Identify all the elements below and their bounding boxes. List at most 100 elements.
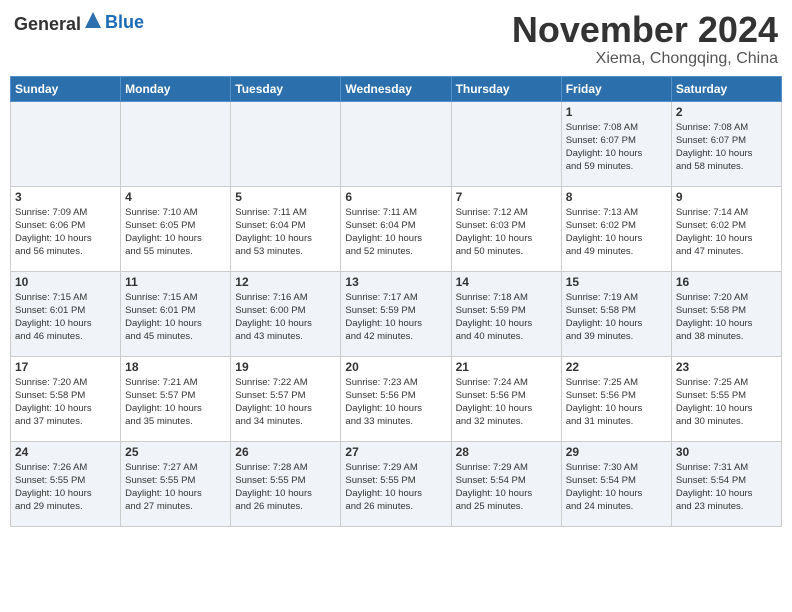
calendar-week-row: 17 Sunrise: 7:20 AMSunset: 5:58 PMDayligh…	[11, 356, 782, 441]
day-number: 12	[235, 275, 336, 289]
day-info: Sunrise: 7:28 AMSunset: 5:55 PMDaylight:…	[235, 461, 336, 514]
day-info: Sunrise: 7:26 AMSunset: 5:55 PMDaylight:…	[15, 461, 116, 514]
day-number: 16	[676, 275, 777, 289]
weekday-header: Tuesday	[231, 76, 341, 101]
calendar-week-row: 24 Sunrise: 7:26 AMSunset: 5:55 PMDayligh…	[11, 441, 782, 526]
day-number: 25	[125, 445, 226, 459]
day-number: 17	[15, 360, 116, 374]
calendar-day-cell: 1 Sunrise: 7:08 AMSunset: 6:07 PMDaylight…	[561, 101, 671, 186]
day-number: 27	[345, 445, 446, 459]
day-info: Sunrise: 7:11 AMSunset: 6:04 PMDaylight:…	[345, 206, 446, 259]
day-info: Sunrise: 7:20 AMSunset: 5:58 PMDaylight:…	[676, 291, 777, 344]
calendar-day-cell: 25 Sunrise: 7:27 AMSunset: 5:55 PMDayligh…	[121, 441, 231, 526]
logo-blue: Blue	[105, 12, 144, 32]
calendar-day-cell: 26 Sunrise: 7:28 AMSunset: 5:55 PMDayligh…	[231, 441, 341, 526]
day-number: 10	[15, 275, 116, 289]
day-number: 5	[235, 190, 336, 204]
day-number: 13	[345, 275, 446, 289]
day-info: Sunrise: 7:25 AMSunset: 5:55 PMDaylight:…	[676, 376, 777, 429]
calendar-week-row: 10 Sunrise: 7:15 AMSunset: 6:01 PMDayligh…	[11, 271, 782, 356]
calendar-day-cell: 3 Sunrise: 7:09 AMSunset: 6:06 PMDaylight…	[11, 186, 121, 271]
day-info: Sunrise: 7:15 AMSunset: 6:01 PMDaylight:…	[125, 291, 226, 344]
calendar-day-cell: 17 Sunrise: 7:20 AMSunset: 5:58 PMDayligh…	[11, 356, 121, 441]
day-info: Sunrise: 7:17 AMSunset: 5:59 PMDaylight:…	[345, 291, 446, 344]
calendar-day-cell	[11, 101, 121, 186]
day-number: 26	[235, 445, 336, 459]
calendar-day-cell	[121, 101, 231, 186]
day-info: Sunrise: 7:18 AMSunset: 5:59 PMDaylight:…	[456, 291, 557, 344]
calendar-day-cell: 10 Sunrise: 7:15 AMSunset: 6:01 PMDayligh…	[11, 271, 121, 356]
location-title: Xiema, Chongqing, China	[512, 50, 778, 68]
calendar-day-cell: 14 Sunrise: 7:18 AMSunset: 5:59 PMDayligh…	[451, 271, 561, 356]
calendar-day-cell: 8 Sunrise: 7:13 AMSunset: 6:02 PMDaylight…	[561, 186, 671, 271]
calendar-day-cell: 27 Sunrise: 7:29 AMSunset: 5:55 PMDayligh…	[341, 441, 451, 526]
calendar-day-cell: 15Sunrise: 7:19 AMSunset: 5:58 PMDayligh…	[561, 271, 671, 356]
day-info: Sunrise: 7:14 AMSunset: 6:02 PMDaylight:…	[676, 206, 777, 259]
day-number: 3	[15, 190, 116, 204]
day-info: Sunrise: 7:11 AMSunset: 6:04 PMDaylight:…	[235, 206, 336, 259]
calendar-day-cell: 30 Sunrise: 7:31 AMSunset: 5:54 PMDayligh…	[671, 441, 781, 526]
day-info: Sunrise: 7:30 AMSunset: 5:54 PMDaylight:…	[566, 461, 667, 514]
day-number: 23	[676, 360, 777, 374]
title-block: November 2024 Xiema, Chongqing, China	[512, 10, 778, 68]
day-number: 14	[456, 275, 557, 289]
calendar-header-row: SundayMondayTuesdayWednesdayThursdayFrid…	[11, 76, 782, 101]
weekday-header: Monday	[121, 76, 231, 101]
day-info: Sunrise: 7:21 AMSunset: 5:57 PMDaylight:…	[125, 376, 226, 429]
calendar-day-cell: 22 Sunrise: 7:25 AMSunset: 5:56 PMDayligh…	[561, 356, 671, 441]
day-number: 18	[125, 360, 226, 374]
day-number: 1	[566, 105, 667, 119]
logo-general: General	[14, 14, 81, 34]
day-info: Sunrise: 7:29 AMSunset: 5:54 PMDaylight:…	[456, 461, 557, 514]
logo-icon	[83, 10, 103, 30]
day-info: Sunrise: 7:16 AMSunset: 6:00 PMDaylight:…	[235, 291, 336, 344]
day-number: 22	[566, 360, 667, 374]
day-info: Sunrise: 7:08 AMSunset: 6:07 PMDaylight:…	[676, 121, 777, 174]
day-number: 19	[235, 360, 336, 374]
day-info: Sunrise: 7:29 AMSunset: 5:55 PMDaylight:…	[345, 461, 446, 514]
calendar-day-cell: 16 Sunrise: 7:20 AMSunset: 5:58 PMDayligh…	[671, 271, 781, 356]
day-info: Sunrise: 7:22 AMSunset: 5:57 PMDaylight:…	[235, 376, 336, 429]
calendar-day-cell: 24 Sunrise: 7:26 AMSunset: 5:55 PMDayligh…	[11, 441, 121, 526]
calendar-day-cell: 7 Sunrise: 7:12 AMSunset: 6:03 PMDaylight…	[451, 186, 561, 271]
day-info: Sunrise: 7:09 AMSunset: 6:06 PMDaylight:…	[15, 206, 116, 259]
day-info: Sunrise: 7:31 AMSunset: 5:54 PMDaylight:…	[676, 461, 777, 514]
day-number: 7	[456, 190, 557, 204]
day-info: Sunrise: 7:19 AMSunset: 5:58 PMDaylight:…	[566, 291, 667, 344]
calendar-day-cell	[341, 101, 451, 186]
day-number: 8	[566, 190, 667, 204]
calendar-day-cell: 5 Sunrise: 7:11 AMSunset: 6:04 PMDaylight…	[231, 186, 341, 271]
calendar-day-cell: 11 Sunrise: 7:15 AMSunset: 6:01 PMDayligh…	[121, 271, 231, 356]
day-info: Sunrise: 7:12 AMSunset: 6:03 PMDaylight:…	[456, 206, 557, 259]
calendar-week-row: 3 Sunrise: 7:09 AMSunset: 6:06 PMDaylight…	[11, 186, 782, 271]
calendar-day-cell: 9 Sunrise: 7:14 AMSunset: 6:02 PMDaylight…	[671, 186, 781, 271]
day-number: 21	[456, 360, 557, 374]
logo: General Blue	[14, 10, 144, 35]
weekday-header: Thursday	[451, 76, 561, 101]
calendar-day-cell	[231, 101, 341, 186]
day-info: Sunrise: 7:25 AMSunset: 5:56 PMDaylight:…	[566, 376, 667, 429]
day-number: 29	[566, 445, 667, 459]
day-number: 9	[676, 190, 777, 204]
calendar-day-cell: 4Sunrise: 7:10 AMSunset: 6:05 PMDaylight…	[121, 186, 231, 271]
calendar-day-cell: 12 Sunrise: 7:16 AMSunset: 6:00 PMDayligh…	[231, 271, 341, 356]
day-info: Sunrise: 7:13 AMSunset: 6:02 PMDaylight:…	[566, 206, 667, 259]
day-info: Sunrise: 7:20 AMSunset: 5:58 PMDaylight:…	[15, 376, 116, 429]
day-number: 24	[15, 445, 116, 459]
day-number: 11	[125, 275, 226, 289]
day-info: Sunrise: 7:08 AMSunset: 6:07 PMDaylight:…	[566, 121, 667, 174]
calendar-day-cell: 19 Sunrise: 7:22 AMSunset: 5:57 PMDayligh…	[231, 356, 341, 441]
weekday-header: Saturday	[671, 76, 781, 101]
calendar-day-cell: 29 Sunrise: 7:30 AMSunset: 5:54 PMDayligh…	[561, 441, 671, 526]
day-info: Sunrise: 7:27 AMSunset: 5:55 PMDaylight:…	[125, 461, 226, 514]
calendar-day-cell: 2Sunrise: 7:08 AMSunset: 6:07 PMDaylight…	[671, 101, 781, 186]
day-info: Sunrise: 7:15 AMSunset: 6:01 PMDaylight:…	[15, 291, 116, 344]
calendar-day-cell	[451, 101, 561, 186]
day-number: 20	[345, 360, 446, 374]
day-number: 30	[676, 445, 777, 459]
calendar-day-cell: 28Sunrise: 7:29 AMSunset: 5:54 PMDayligh…	[451, 441, 561, 526]
day-info: Sunrise: 7:23 AMSunset: 5:56 PMDaylight:…	[345, 376, 446, 429]
calendar-day-cell: 23 Sunrise: 7:25 AMSunset: 5:55 PMDayligh…	[671, 356, 781, 441]
weekday-header: Friday	[561, 76, 671, 101]
day-number: 6	[345, 190, 446, 204]
